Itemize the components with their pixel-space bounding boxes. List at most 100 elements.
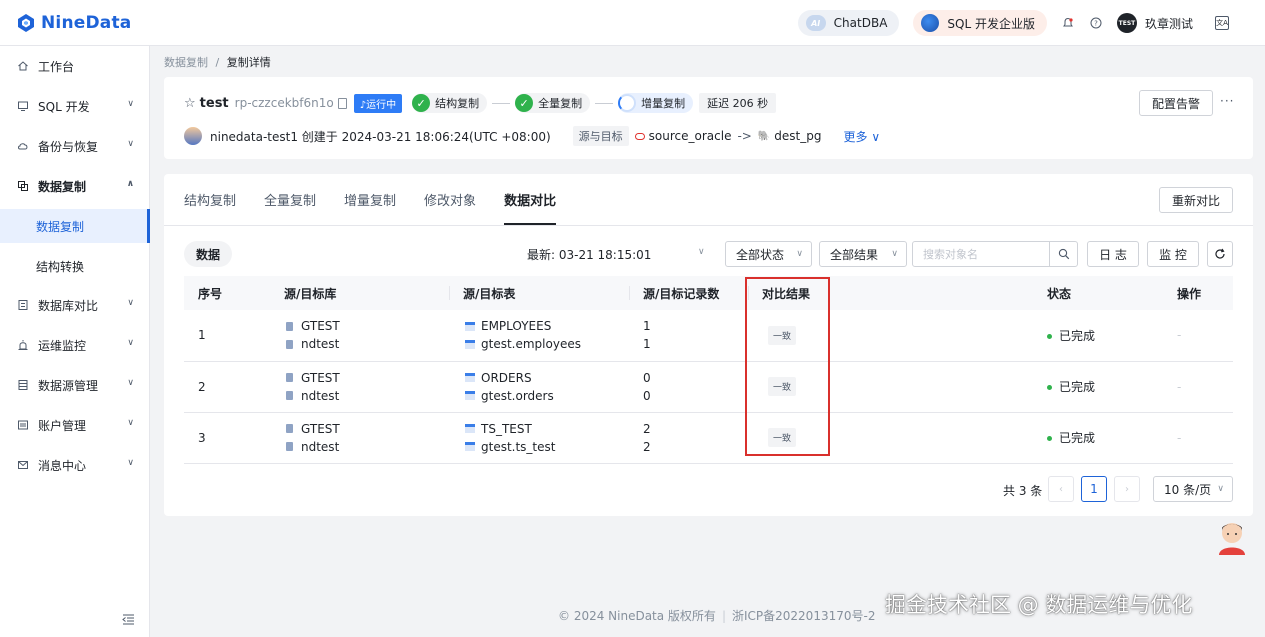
chevron-down-icon: ∨ <box>127 418 134 428</box>
database-icon <box>16 378 30 392</box>
user-avatar[interactable]: TEST <box>1116 13 1137 33</box>
source-count: 1 <box>643 319 651 334</box>
chatdba-button[interactable]: AI ChatDBA <box>797 10 900 36</box>
chevron-up-icon: ∧ <box>126 179 134 189</box>
target-name[interactable]: dest_pg <box>774 129 821 143</box>
chevron-down-icon: ∨ <box>127 458 134 468</box>
app-logo[interactable]: NineData <box>16 13 131 33</box>
search-icon[interactable] <box>1049 242 1077 266</box>
source-count: 0 <box>643 370 651 385</box>
chevron-down-icon: ∨ <box>127 139 134 149</box>
tab-data-compare[interactable]: 数据对比 <box>504 174 557 225</box>
table-icon <box>465 424 475 433</box>
configure-alert-button[interactable]: 配置告警 <box>1139 90 1213 116</box>
chatdba-label: ChatDBA <box>833 16 888 30</box>
result-select-value: 全部结果 <box>830 247 879 262</box>
postgres-icon: 🐘 <box>757 130 771 142</box>
status-badge: ♪运行中 <box>353 93 403 113</box>
home-icon <box>16 59 30 73</box>
target-count: 1 <box>643 337 651 352</box>
tab-modify-objects[interactable]: 修改对象 <box>424 174 476 225</box>
sidebar-item-db-compare[interactable]: 数据库对比 ∨ <box>0 285 150 325</box>
more-actions-icon[interactable]: ··· <box>1220 94 1234 108</box>
step-schema[interactable]: ✓ 结构复制 <box>412 93 488 113</box>
status-dot-icon <box>1047 436 1052 441</box>
sidebar-item-replication[interactable]: 数据复制 ∧ <box>0 166 150 206</box>
recompare-button[interactable]: 重新对比 <box>1159 187 1233 213</box>
sidebar-item-ops-monitor[interactable]: 运维监控 ∨ <box>0 325 150 365</box>
col-status: 状态 <box>1033 276 1163 310</box>
sidebar-item-workbench[interactable]: 工作台 <box>0 46 150 86</box>
page-number[interactable]: 1 <box>1081 476 1107 502</box>
row-status: 已完成 <box>1033 412 1163 464</box>
icp-link[interactable]: 浙ICP备2022013170号-2 <box>732 609 875 623</box>
copy-id-icon[interactable] <box>337 97 347 109</box>
status-text: 已完成 <box>1059 431 1096 445</box>
task-id: rp-czzcekbf6n1o <box>234 96 334 110</box>
step-label: 增量复制 <box>641 97 686 110</box>
row-table: ORDERS gtest.orders <box>449 361 629 413</box>
sql-edition-button[interactable]: SQL 开发企业版 <box>913 10 1047 36</box>
latest-compare-time[interactable]: 最新: 03-21 18:15:01 <box>527 246 651 263</box>
search-input[interactable] <box>913 242 1049 266</box>
sidebar-item-backup[interactable]: 备份与恢复 ∨ <box>0 126 150 166</box>
col-actions: 操作 <box>1163 276 1233 310</box>
table-header-row: 序号 源/目标库 源/目标表 源/目标记录数 对比结果 状态 操作 <box>184 276 1233 310</box>
chevron-down-icon: ∨ <box>127 99 134 109</box>
sidebar-item-datasource[interactable]: 数据源管理 ∨ <box>0 365 150 405</box>
tab-full[interactable]: 全量复制 <box>264 174 316 225</box>
help-icon[interactable]: ? <box>1089 16 1103 30</box>
sidebar-item-sql-dev[interactable]: SQL 开发 ∨ <box>0 86 150 126</box>
support-assistant-icon[interactable] <box>1215 519 1249 555</box>
table-row[interactable]: 3 GTEST ndtest TS_TEST gtest.ts_test 2 2… <box>184 412 1233 464</box>
row-count: 0 0 <box>629 361 748 413</box>
status-select[interactable]: 全部状态 ∨ <box>725 241 812 267</box>
sidebar-item-label: 运维监控 <box>38 338 87 353</box>
source-db: GTEST <box>301 370 340 385</box>
language-icon[interactable]: 文A <box>1215 16 1229 30</box>
collapse-sidebar-icon[interactable] <box>122 614 135 628</box>
sidebar-item-account[interactable]: 账户管理 ∨ <box>0 405 150 445</box>
prev-page-icon[interactable]: ‹ <box>1048 476 1074 502</box>
log-button[interactable]: 日 志 <box>1087 241 1139 267</box>
sidebar-item-label: 数据源管理 <box>38 378 99 393</box>
source-name[interactable]: source_oracle <box>649 129 732 143</box>
breadcrumb-separator: / <box>215 56 220 69</box>
row-no: 2 <box>184 361 270 413</box>
refresh-icon[interactable] <box>1207 241 1233 267</box>
bell-icon[interactable] <box>1061 16 1075 30</box>
tab-schema[interactable]: 结构复制 <box>184 174 236 225</box>
step-full[interactable]: ✓ 全量复制 <box>515 93 591 113</box>
footer: © 2024 NineData 版权所有 | 浙ICP备2022013170号-2 <box>558 607 875 624</box>
tab-incremental[interactable]: 增量复制 <box>344 174 396 225</box>
check-icon: ✓ <box>515 94 534 112</box>
next-page-icon[interactable]: › <box>1114 476 1140 502</box>
breadcrumb-parent[interactable]: 数据复制 <box>164 56 208 69</box>
table-row[interactable]: 1 GTEST ndtest EMPLOYEES gtest.employees… <box>184 310 1233 362</box>
more-link[interactable]: 更多 ∨ <box>844 128 881 145</box>
result-select[interactable]: 全部结果 ∨ <box>819 241 907 267</box>
data-filter-chip[interactable]: 数据 <box>184 241 232 267</box>
monitor-button[interactable]: 监 控 <box>1147 241 1199 267</box>
oracle-icon <box>634 132 645 140</box>
copy-icon <box>16 179 30 193</box>
sidebar-item-label: 消息中心 <box>38 458 87 473</box>
username[interactable]: 玖章测试 <box>1145 15 1193 32</box>
database-icon <box>286 442 293 451</box>
page-size-select[interactable]: 10 条/页 ∨ <box>1153 476 1233 502</box>
owner-info: ninedata-test1 创建于 2024-03-21 18:06:24(U… <box>210 129 551 144</box>
step-incremental[interactable]: 增量复制 <box>618 93 694 113</box>
chevron-down-icon[interactable]: ∨ <box>698 247 705 257</box>
sidebar-item-label: SQL 开发 <box>38 99 90 114</box>
monitor-icon <box>16 99 30 113</box>
row-actions: - <box>1163 361 1233 413</box>
star-icon[interactable]: ☆ <box>184 96 196 111</box>
status-dot-icon <box>1047 333 1052 339</box>
table-icon <box>465 391 475 400</box>
owner-avatar <box>184 127 202 145</box>
sidebar-subitem-replication[interactable]: 数据复制 <box>0 209 150 243</box>
sidebar-subitem-schema-convert[interactable]: 结构转换 <box>0 249 150 283</box>
mail-icon <box>16 458 30 472</box>
table-row[interactable]: 2 GTEST ndtest ORDERS gtest.orders 0 0 一… <box>184 361 1233 413</box>
sidebar-item-messages[interactable]: 消息中心 ∨ <box>0 445 150 485</box>
